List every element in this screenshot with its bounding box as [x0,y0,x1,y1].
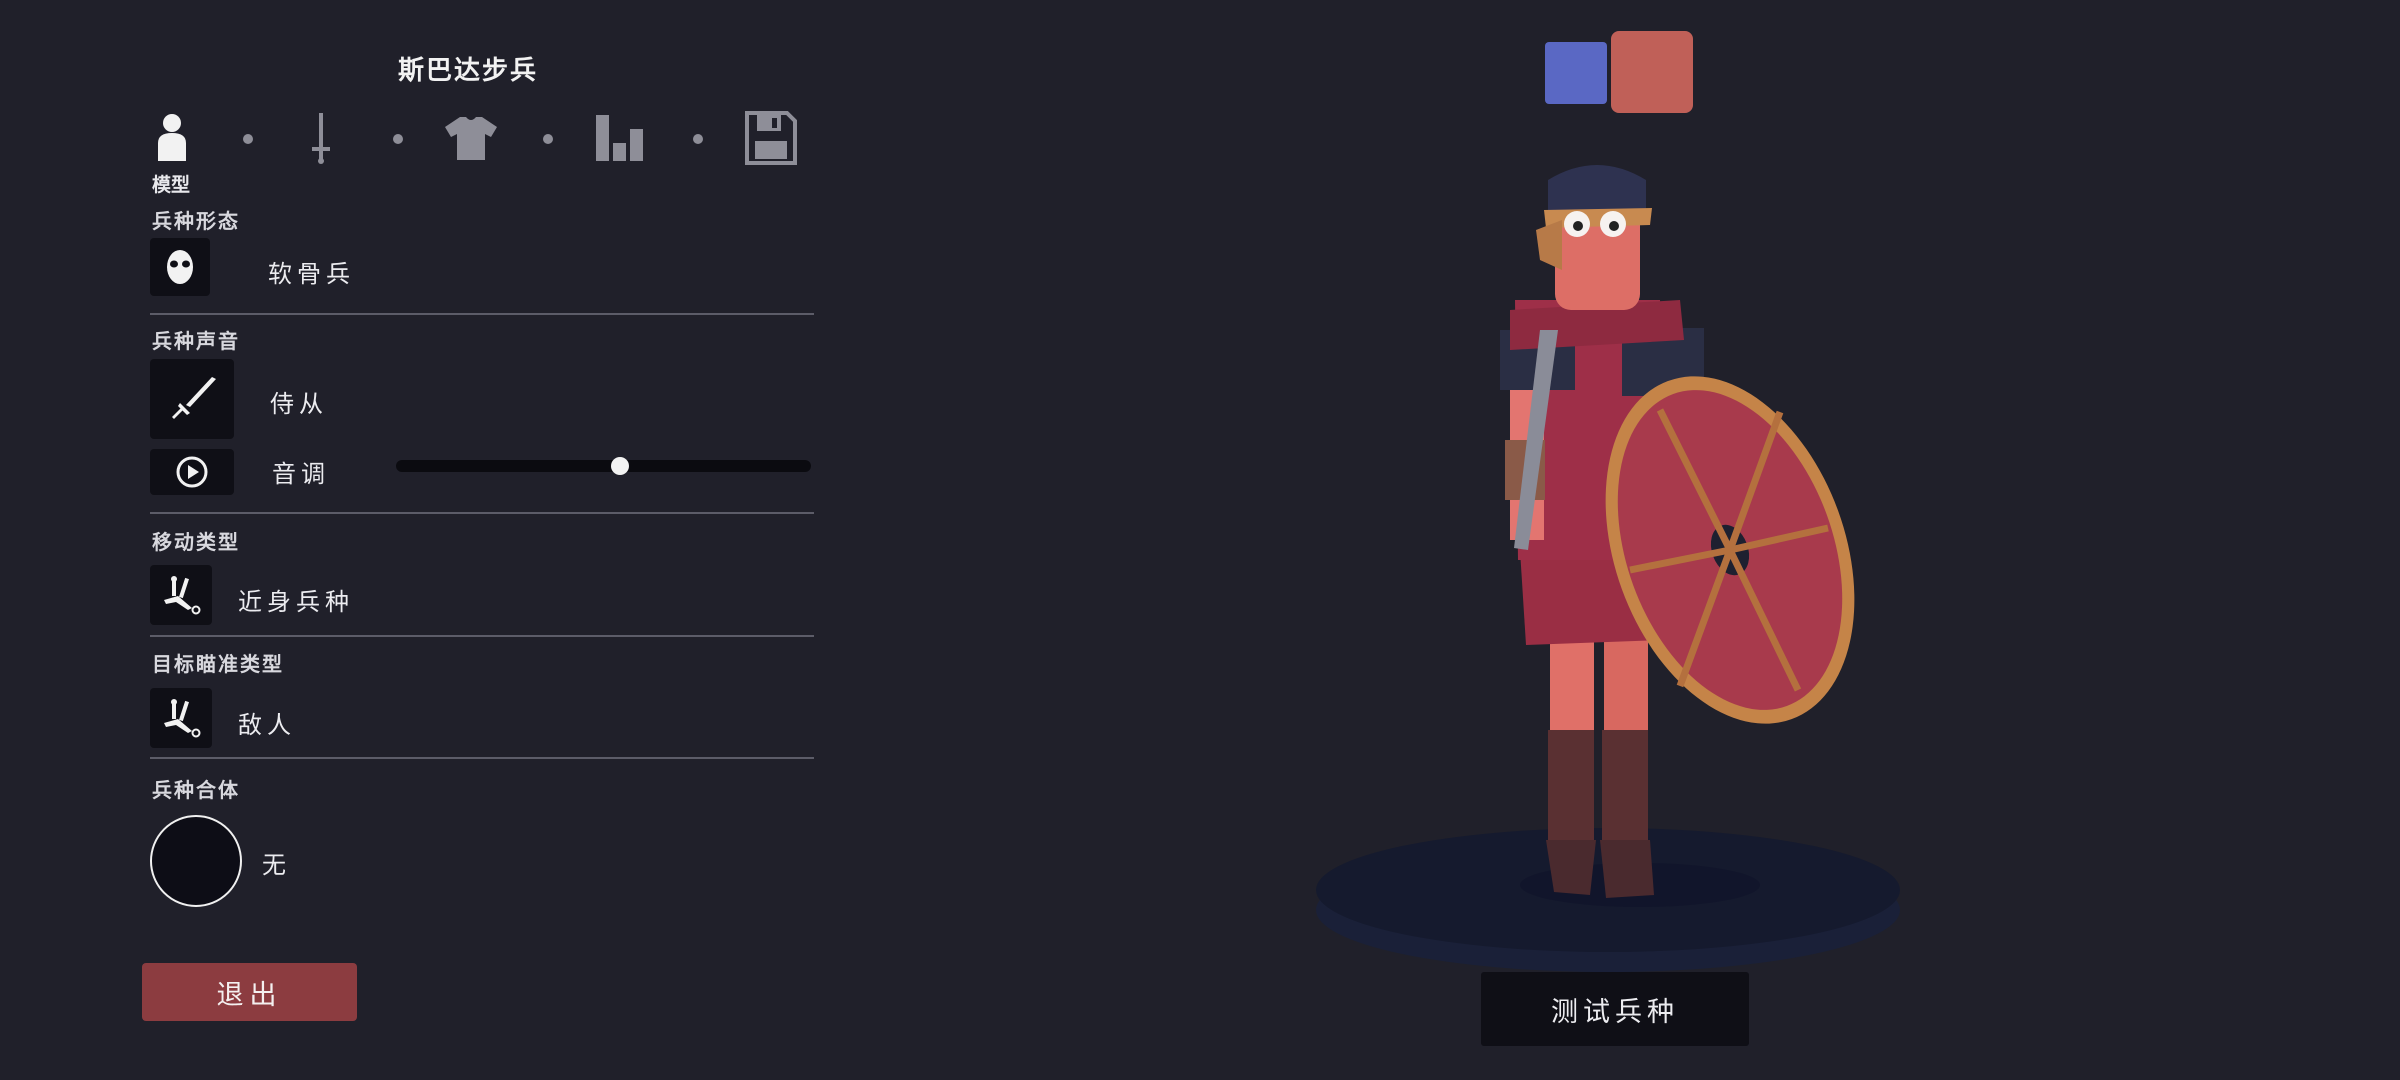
unit-voice-label: 兵种声音 [152,329,240,353]
targeting-type-label: 目标瞄准类型 [152,652,284,676]
targeting-type-value: 敌人 [238,711,296,739]
tab-model[interactable] [142,108,202,168]
melee-icon [164,699,201,738]
sword-icon [172,377,216,419]
bar-chart-icon [596,115,643,161]
play-voice-button[interactable] [150,449,234,495]
movement-type-icon-button[interactable] [150,565,212,625]
targeting-type-icon-button[interactable] [150,688,212,748]
section-divider [150,512,814,514]
unit-voice-value: 侍从 [270,390,328,418]
pitch-slider-thumb[interactable] [611,457,630,475]
tab-separator-dot [243,134,253,144]
pitch-slider[interactable] [396,457,811,475]
section-divider [150,635,814,637]
team-color-red-swatch[interactable] [1613,33,1691,111]
tab-clothing[interactable] [441,108,501,168]
movement-type-label: 移动类型 [152,530,240,554]
unit-form-label: 兵种形态 [152,209,240,233]
tab-save[interactable] [741,108,801,168]
person-icon [158,114,186,161]
unit-name-title: 斯巴达步兵 [398,56,539,86]
unit-preview-model [1316,165,1900,972]
tab-stats[interactable] [591,108,651,168]
unit-form-value: 软骨兵 [268,260,355,288]
unit-voice-icon-button[interactable] [150,359,234,439]
test-unit-button[interactable]: 测试兵种 [1481,972,1749,1046]
unit-combine-slot[interactable] [150,815,242,907]
tab-separator-dot [393,134,403,144]
unit-combine-value: 无 [262,851,291,879]
tab-separator-dot [543,134,553,144]
tab-separator-dot [693,134,703,144]
team-color-blue-swatch[interactable] [1545,42,1607,104]
pitch-label: 音调 [272,460,330,488]
sword-icon [312,113,330,164]
tab-weapons[interactable] [291,108,351,168]
exit-button[interactable]: 退出 [142,963,357,1021]
unit-combine-label: 兵种合体 [152,778,240,802]
melee-icon [164,576,201,615]
unit-form-icon-button[interactable] [150,238,210,296]
save-icon [745,111,797,165]
movement-type-value: 近身兵种 [238,588,354,616]
section-divider [150,757,814,759]
tab-model-label: 模型 [152,174,191,196]
play-icon [176,456,208,488]
mask-icon [167,250,193,284]
shirt-icon [445,117,497,160]
section-divider [150,313,814,315]
